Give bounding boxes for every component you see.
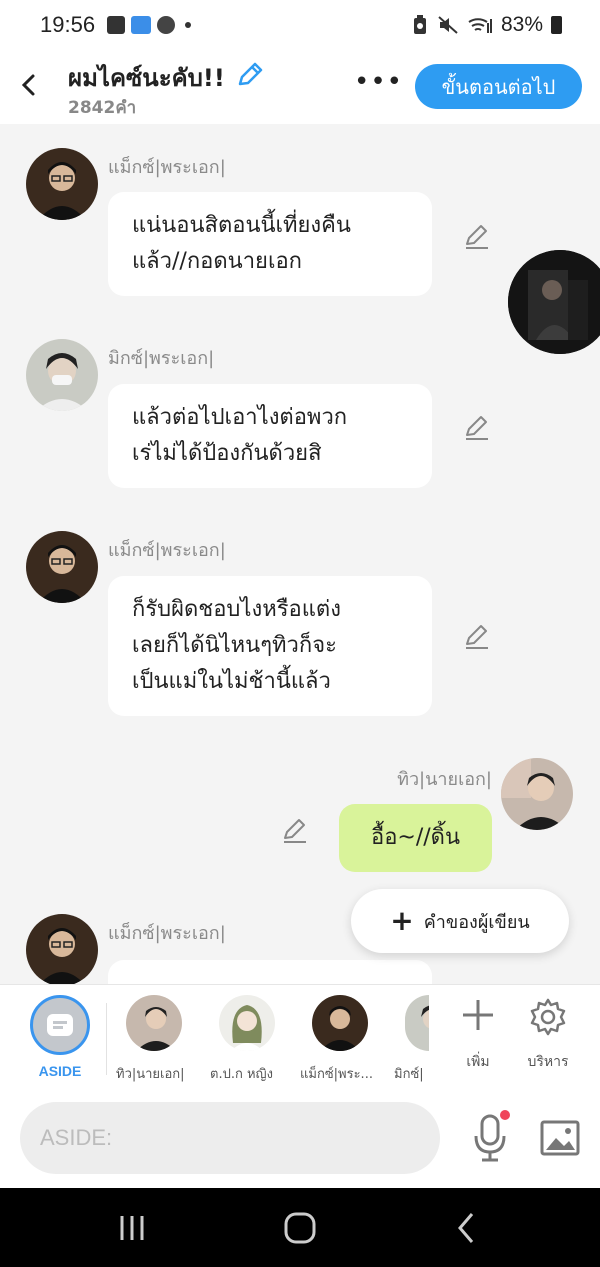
author-note-label: คำของผู้เขียน	[423, 911, 530, 933]
status-bar: 19:56 83%	[0, 0, 600, 50]
status-time: 19:56	[40, 12, 96, 37]
message-bubble[interactable]: ก็รับผิดชอบไงหรือแต่ง เลยก็ได้นิไหนๆทิวก…	[108, 576, 432, 716]
message-input[interactable]	[20, 1102, 440, 1174]
gear-icon[interactable]	[528, 997, 568, 1037]
message-bubble[interactable]: แน่นอนสิตอนนี้เที่ยงคืน แล้ว//กอดนายเอก	[108, 192, 432, 296]
message-line: เร่ไม่ได้ป้องกันด้วยสิ	[132, 441, 322, 466]
status-left-icons	[107, 16, 192, 34]
chat-area[interactable]: แม็กซ์|พระเอก| แน่นอนสิตอนนี้เที่ยงคืน แ…	[0, 124, 600, 984]
aside-button[interactable]	[30, 995, 90, 1055]
message-line: แน่นอนสิตอนนี้เที่ยงคืน	[132, 213, 351, 238]
add-character-label: เพิ่ม	[466, 1054, 490, 1070]
gallery-icon	[107, 16, 126, 34]
message-line: เป็นแม่ในไม่ช้านี้แล้ว	[132, 669, 331, 694]
message-line: แล้วต่อไปเอาไงต่อพวก	[132, 405, 348, 430]
avatar-tiw-icon	[501, 758, 573, 830]
wifi-icon	[468, 18, 492, 33]
sender-name: ทิว|นายเอก|	[397, 769, 492, 790]
manage-label: บริหาร	[527, 1054, 569, 1070]
message-bubble[interactable]	[108, 960, 432, 984]
character-max[interactable]	[312, 995, 368, 1051]
sender-name: แม็กซ์|พระเอก|	[108, 923, 226, 944]
avatar[interactable]	[26, 339, 98, 411]
author-note-button[interactable]: + คำของผู้เขียน	[351, 889, 569, 953]
divider	[106, 1003, 107, 1075]
character-avatar-icon	[405, 995, 429, 1051]
message-line: อื้อ~//ดิ้น	[370, 825, 460, 850]
own-message-bubble[interactable]: อื้อ~//ดิ้น	[339, 804, 492, 872]
line-app-icon	[157, 16, 176, 34]
edit-message-icon[interactable]	[462, 413, 492, 443]
back-button[interactable]	[14, 68, 44, 102]
chevron-left-icon	[21, 74, 35, 96]
plus-icon: +	[390, 904, 414, 937]
sender-name: แม็กซ์|พระเอก|	[108, 157, 226, 178]
sender-name: แม็กซ์|พระเอก|	[108, 540, 226, 561]
character-label: ต.ป.ก หญิง	[210, 1067, 273, 1082]
avatar[interactable]	[501, 758, 573, 830]
webtoon-app-icon	[131, 16, 152, 34]
system-nav-bar	[0, 1188, 600, 1267]
plus-icon	[463, 1000, 493, 1030]
status-right-icons: 83%	[411, 13, 562, 37]
character-avatar-icon	[126, 995, 182, 1051]
avatar[interactable]	[26, 914, 98, 984]
word-count: 2842คำ	[68, 98, 137, 118]
notification-dot-icon	[500, 1110, 510, 1120]
microphone-icon[interactable]	[470, 1114, 510, 1162]
avatar[interactable]	[26, 148, 98, 220]
message-line: เลยก็ได้นิไหนๆทิวก็จะ	[132, 633, 337, 658]
avatar[interactable]	[26, 531, 98, 603]
aside-bubble-icon	[47, 1014, 73, 1036]
battery-saver-icon	[413, 15, 426, 34]
edit-title-icon[interactable]	[235, 60, 265, 90]
character-tpk[interactable]	[219, 995, 275, 1051]
back-nav-icon[interactable]	[448, 1208, 488, 1248]
character-bar: ASIDE ทิว|นายเอก| ต.ป.ก หญิง แม็กซ์|พระ.…	[0, 984, 600, 1092]
header: ผมไคซ์นะคับ!! 2842คำ ••• ขั้นตอนต่อไป	[0, 50, 600, 124]
character-label: ทิว|นายเอก|	[116, 1067, 185, 1082]
battery-percent: 83%	[500, 13, 543, 36]
notification-dot-icon	[185, 22, 192, 28]
avatar-max-icon	[26, 148, 98, 220]
edit-message-icon[interactable]	[462, 222, 492, 252]
more-options-button[interactable]: •••	[354, 69, 402, 100]
mute-icon	[438, 16, 458, 34]
story-title: ผมไคซ์นะคับ!!	[68, 64, 225, 92]
avatar-max-icon	[26, 531, 98, 603]
character-mix[interactable]	[405, 995, 429, 1051]
character-avatar-icon	[312, 995, 368, 1051]
image-icon[interactable]	[540, 1120, 580, 1156]
character-label: มิกซ์|	[394, 1067, 424, 1082]
add-character-button[interactable]	[456, 995, 500, 1039]
character-tiw[interactable]	[126, 995, 182, 1051]
edit-message-icon[interactable]	[280, 816, 310, 846]
composer	[0, 1092, 600, 1188]
sender-name: มิกซ์|พระเอก|	[108, 348, 215, 369]
avatar-mix-icon	[26, 339, 98, 411]
character-label: แม็กซ์|พระ...	[300, 1067, 373, 1082]
character-avatar-icon	[219, 995, 275, 1051]
aside-label: ASIDE	[38, 1063, 82, 1079]
edit-message-icon[interactable]	[462, 622, 492, 652]
home-icon[interactable]	[280, 1208, 320, 1248]
message-bubble[interactable]: แล้วต่อไปเอาไงต่อพวก เร่ไม่ได้ป้องกันด้ว…	[108, 384, 432, 488]
recent-apps-icon[interactable]	[112, 1208, 152, 1248]
message-line: ก็รับผิดชอบไงหรือแต่ง	[132, 597, 341, 622]
next-step-button[interactable]: ขั้นตอนต่อไป	[415, 64, 582, 109]
avatar-max-icon	[26, 914, 98, 984]
message-line: แล้ว//กอดนายเอก	[132, 249, 302, 274]
battery-icon	[551, 16, 562, 34]
